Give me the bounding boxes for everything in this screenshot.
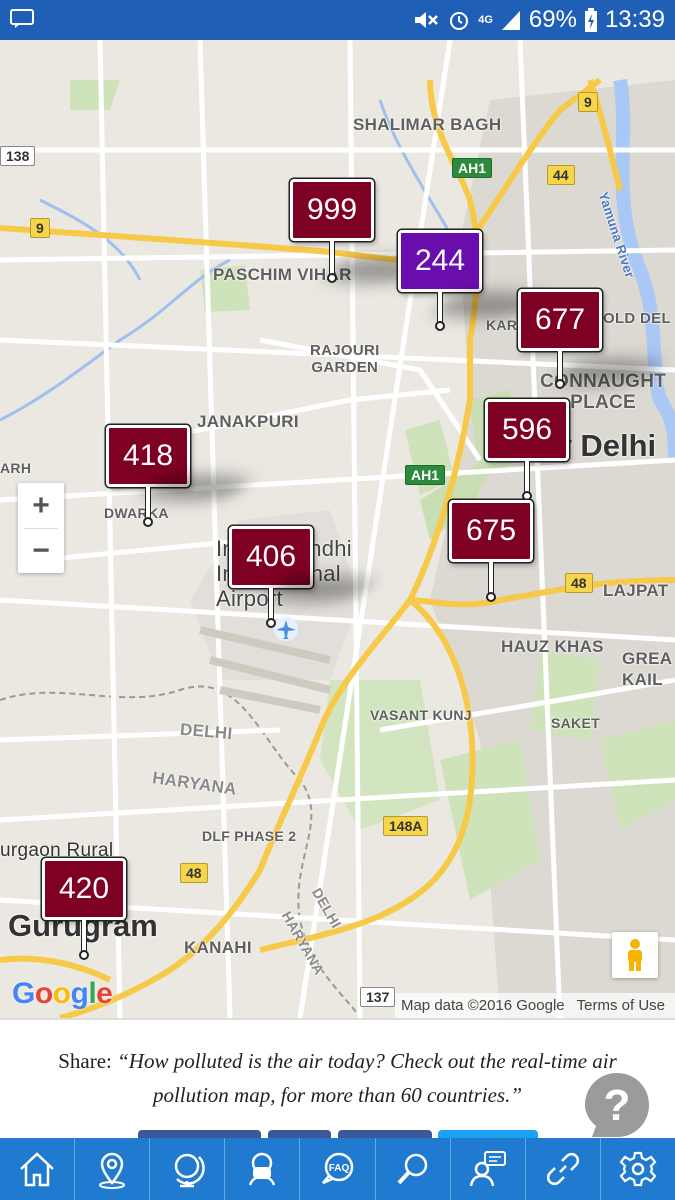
aqi-marker[interactable]: 420 xyxy=(42,858,126,960)
status-bar: 4G 69% 13:39 xyxy=(0,0,675,40)
google-logo: Google xyxy=(12,977,113,1010)
clock: 13:39 xyxy=(604,6,665,33)
home-icon xyxy=(20,1152,54,1187)
terms-of-use-link[interactable]: Terms of Use xyxy=(577,997,665,1014)
notification-icon xyxy=(10,9,34,28)
battery-charging-icon xyxy=(584,8,597,32)
label-old-delhi: OLD DEL xyxy=(603,310,671,327)
nav-settings[interactable] xyxy=(601,1138,675,1200)
svg-text:FAQ: FAQ xyxy=(329,1163,350,1174)
network-type: 4G xyxy=(478,14,493,26)
map-data-text: Map data ©2016 Google xyxy=(400,997,565,1014)
shield-48-right: 48 xyxy=(565,573,593,593)
aqi-marker[interactable]: 999 xyxy=(290,179,440,283)
aqi-marker[interactable]: 596 xyxy=(485,399,569,501)
label-saket: SAKET xyxy=(551,715,600,731)
aqi-value: 596 xyxy=(485,399,569,461)
share-prefix: Share: xyxy=(58,1049,118,1073)
aqi-marker[interactable]: 418 xyxy=(106,425,256,527)
label-rajouri-garden: RAJOURI GARDEN xyxy=(310,342,380,376)
aqi-value: 677 xyxy=(518,289,602,351)
label-kanahi: KANAHI xyxy=(184,938,252,957)
shield-48-left: 48 xyxy=(180,863,208,883)
label-janakpuri: JANAKPURI xyxy=(197,412,299,431)
mask-icon xyxy=(249,1152,276,1186)
shield-9-left: 9 xyxy=(30,218,50,238)
street-view-button[interactable] xyxy=(612,932,658,978)
label-greater-kailash: GREA KAIL xyxy=(622,649,673,689)
zoom-out-button[interactable]: − xyxy=(18,529,64,573)
label-vasant-kunj: VASANT KUNJ xyxy=(370,707,472,723)
label-shalimar-bagh: SHALIMAR BAGH xyxy=(353,115,502,134)
nav-home[interactable] xyxy=(0,1138,76,1200)
battery-percent: 69% xyxy=(528,6,577,33)
alarm-icon xyxy=(450,12,469,30)
shield-137: 137 xyxy=(360,987,396,1007)
nav-faq[interactable]: FAQ xyxy=(300,1138,376,1200)
settings-icon xyxy=(619,1151,657,1187)
map[interactable]: SHALIMAR BAGH PASCHIM VIHAR RAJOURI GARD… xyxy=(0,40,675,1018)
nav-chat[interactable] xyxy=(451,1138,526,1200)
aqi-marker[interactable]: 244 xyxy=(398,230,548,331)
label-lajpat: LAJPAT xyxy=(603,581,669,600)
aqi-marker[interactable]: 406 xyxy=(229,526,379,628)
location-icon xyxy=(99,1152,126,1189)
map-attribution: Map data ©2016 Google Terms of Use xyxy=(394,993,675,1018)
label-dlf-phase-2: DLF PHASE 2 xyxy=(202,828,297,844)
aqi-value: 244 xyxy=(398,230,482,292)
nav-location[interactable] xyxy=(75,1138,151,1200)
airport-icon xyxy=(274,617,298,641)
share-quote: “How polluted is the air today? Check ou… xyxy=(117,1049,617,1107)
zoom-control: + − xyxy=(18,483,64,573)
chat-icon xyxy=(469,1151,506,1187)
globe-icon xyxy=(175,1153,206,1188)
aqi-value: 999 xyxy=(290,179,374,241)
search-icon xyxy=(397,1153,427,1185)
pegman-icon xyxy=(628,939,642,971)
shield-ah1-mid: AH1 xyxy=(405,465,446,485)
aqi-value: 420 xyxy=(42,858,126,920)
nav-search[interactable] xyxy=(376,1138,451,1200)
shield-148a: 148A xyxy=(383,816,429,836)
shield-ah1-top: AH1 xyxy=(452,158,493,178)
faq-icon: FAQ xyxy=(322,1152,354,1185)
shield-9-top: 9 xyxy=(578,92,598,112)
nav-globe[interactable] xyxy=(150,1138,226,1200)
label-karol: KAR xyxy=(486,317,518,333)
aqi-value: 675 xyxy=(449,500,533,562)
svg-text:?: ? xyxy=(604,1081,631,1130)
label-arh: ARH xyxy=(0,460,32,476)
aqi-marker[interactable]: 677 xyxy=(518,289,668,389)
link-icon xyxy=(546,1152,579,1186)
bottom-nav: FAQ xyxy=(0,1138,675,1200)
label-dwarka: DWARKA xyxy=(104,505,169,521)
nav-mask[interactable] xyxy=(225,1138,301,1200)
signal-icon xyxy=(501,11,520,30)
share-text: Share: “How polluted is the air today? C… xyxy=(0,1018,675,1138)
shield-138: 138 xyxy=(0,146,36,166)
label-hauz-khas: HAUZ KHAS xyxy=(501,637,604,656)
shield-44: 44 xyxy=(547,165,575,185)
nav-link[interactable] xyxy=(526,1138,601,1200)
aqi-marker[interactable]: 675 xyxy=(449,500,533,602)
mute-icon xyxy=(415,12,439,28)
zoom-in-button[interactable]: + xyxy=(18,483,64,528)
